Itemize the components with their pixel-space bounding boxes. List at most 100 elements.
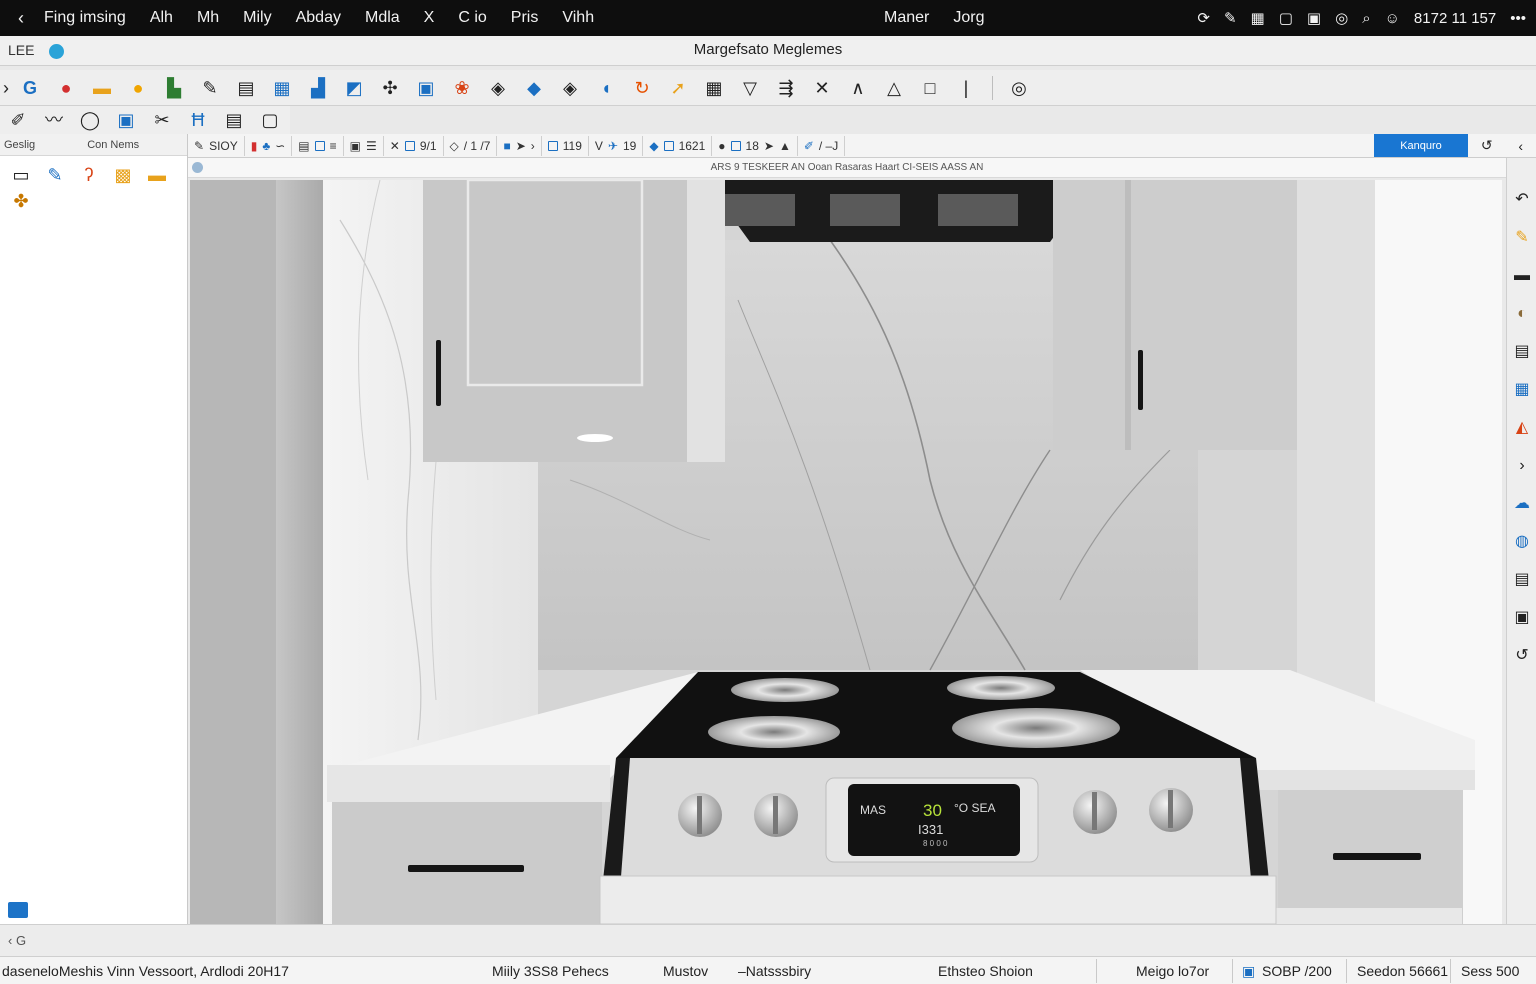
tape-icon[interactable]: ◈	[558, 77, 582, 99]
tb3-group-0[interactable]: ✎ SIOY	[188, 135, 245, 156]
menu-item-6[interactable]: X	[412, 9, 447, 27]
rotate-icon[interactable]: ↻	[630, 77, 654, 99]
wave-icon[interactable]: 〰	[42, 109, 66, 131]
left-panel-tab-b[interactable]: Con Nems	[83, 139, 143, 151]
triangle-down-icon[interactable]: ▽	[738, 77, 762, 99]
close-x-icon[interactable]: ✕	[810, 77, 834, 99]
tag-icon[interactable]: ✎	[1510, 226, 1534, 250]
pencil-icon[interactable]: ✐	[6, 109, 30, 131]
table-icon[interactable]: ▦	[702, 77, 726, 99]
paint-icon[interactable]: ❀	[450, 77, 474, 99]
back-icon[interactable]: ‹	[0, 8, 32, 29]
edit-icon[interactable]: ✎	[1224, 9, 1237, 27]
terrain-icon[interactable]: ▙	[162, 77, 186, 99]
monitor-dark-icon[interactable]: ▬	[1510, 264, 1534, 288]
panel-settings-icon[interactable]	[8, 902, 28, 918]
left-panel-tab-a[interactable]: Geslig	[0, 139, 39, 151]
brush-icon[interactable]: ✎	[43, 164, 67, 186]
square-icon[interactable]: □	[918, 77, 942, 99]
menu-item-jorg[interactable]: Jorg	[941, 9, 996, 27]
record-icon[interactable]: ◎	[1335, 9, 1348, 27]
layers-icon[interactable]: ▦	[270, 77, 294, 99]
menu-item-0[interactable]: Fing imsing	[32, 9, 138, 27]
bucket-icon[interactable]: ◖	[594, 77, 618, 99]
circle-icon[interactable]: ◯	[78, 109, 102, 131]
caret-left-icon[interactable]: ‹	[1518, 138, 1523, 154]
page-icon[interactable]: ▤	[1510, 340, 1534, 364]
badge-icon[interactable]: ▣	[1510, 606, 1534, 630]
caret-up-icon[interactable]: ∧	[846, 77, 870, 99]
list-dark-icon[interactable]: ▤	[1510, 568, 1534, 592]
cloud-icon[interactable]: ☁	[1510, 492, 1534, 516]
select-icon[interactable]: ➚	[666, 77, 690, 99]
forward-icon[interactable]: ›	[1510, 454, 1534, 478]
menu-item-5[interactable]: Mdla	[353, 9, 412, 27]
menu-item-4[interactable]: Abday	[284, 9, 353, 27]
tb3-group-5[interactable]: ◇/ 1 /7	[444, 135, 498, 156]
ruler-icon[interactable]: ◆	[522, 77, 546, 99]
tb3-group-10[interactable]: ● 18 ➤ ▲	[712, 135, 798, 156]
tool-icon[interactable]: ✂	[150, 109, 174, 131]
undo-icon[interactable]: ↶	[1510, 188, 1534, 212]
arrow-icon[interactable]: ›	[2, 77, 10, 99]
sun-icon[interactable]: ●	[126, 77, 150, 99]
tb3-group-8[interactable]: V ✈ 19	[589, 135, 644, 156]
arrow-split-icon[interactable]: ⇶	[774, 77, 798, 99]
blue-grid-icon[interactable]: ▦	[1510, 378, 1534, 402]
tb3-group-11[interactable]: ✐ / –J	[798, 135, 846, 156]
grid-icon[interactable]: ▤	[234, 77, 258, 99]
tb3-group-4[interactable]: ✕ 9/1	[384, 135, 444, 156]
blue-action-button[interactable]: Kanquro	[1374, 134, 1468, 157]
eraser-icon[interactable]: ◈	[486, 77, 510, 99]
chart-icon[interactable]: ▟	[306, 77, 330, 99]
refresh-icon[interactable]: ↺	[1481, 137, 1493, 154]
search-icon[interactable]: ⌕	[1362, 10, 1370, 27]
folder-icon[interactable]: ▬	[90, 77, 114, 99]
display-icon[interactable]: ▣	[1307, 9, 1321, 27]
status-text-1: daseneloMeshis Vinn Vessoort, Ardlodi 20…	[2, 963, 289, 979]
frame-icon[interactable]: ▢	[258, 109, 282, 131]
puzzle-icon[interactable]: ✣	[378, 77, 402, 99]
menu-item-7[interactable]: C io	[446, 9, 498, 27]
box-icon[interactable]: ▤	[222, 109, 246, 131]
paint-orange-icon[interactable]: ◭	[1510, 416, 1534, 440]
3d-viewport[interactable]: MAS 30 °O SEA I331 8 0 0 0	[190, 180, 1502, 924]
calendar-icon[interactable]: ▦	[1251, 9, 1265, 27]
image-icon[interactable]: ▣	[414, 77, 438, 99]
record-button-icon[interactable]: ●	[54, 77, 78, 99]
menu-item-2[interactable]: Mh	[185, 9, 231, 27]
tb3-group-1[interactable]: ▮ ♣ ∽	[245, 135, 293, 156]
globe-icon[interactable]: ◍	[1510, 530, 1534, 554]
component-icon[interactable]: ✤	[9, 190, 33, 212]
menu-item-1[interactable]: Alh	[138, 9, 185, 27]
tb3-group-7[interactable]: 119	[542, 135, 589, 156]
display-lower-small: 8 0 0 0	[923, 839, 948, 848]
pipe-icon[interactable]: |	[954, 77, 978, 99]
rotate-left-icon[interactable]: ↺	[1510, 644, 1534, 668]
tb3-group-6[interactable]: ■ ➤ ›	[497, 135, 542, 156]
user-icon[interactable]: ☺	[1385, 10, 1400, 27]
box-tool-icon[interactable]: ▩	[111, 164, 135, 186]
menu-item-3[interactable]: Mily	[231, 9, 283, 27]
command-line[interactable]: ‹ G	[0, 924, 1536, 956]
edit-box-icon[interactable]: ◩	[342, 77, 366, 99]
screen-icon[interactable]: ▣	[114, 109, 138, 131]
menu-item-9[interactable]: Vihh	[550, 9, 606, 27]
tb3-group-2[interactable]: ▤ ≡	[292, 135, 344, 156]
tb3-group-9[interactable]: ◆ 1621	[643, 135, 713, 156]
menu-item-maner[interactable]: Maner	[872, 9, 941, 27]
shading-icon[interactable]: ◐	[1510, 302, 1534, 326]
window-icon[interactable]: ▢	[1279, 9, 1293, 27]
triangle-up-icon[interactable]: △	[882, 77, 906, 99]
pen-icon[interactable]: ✎	[198, 77, 222, 99]
tray-icon[interactable]: ▬	[145, 164, 169, 186]
tb3-group-3[interactable]: ▣ ☰	[344, 135, 384, 156]
menu-item-8[interactable]: Pris	[499, 9, 551, 27]
monitor-icon[interactable]: ▭	[9, 164, 33, 186]
target-icon[interactable]: ◎	[1007, 77, 1031, 99]
hook-icon[interactable]: ʔ	[77, 164, 101, 186]
sync-icon[interactable]: ⟳	[1197, 9, 1210, 27]
logo-g-icon[interactable]: G	[18, 77, 42, 99]
h-icon[interactable]: Ħ	[186, 109, 210, 131]
more-icon[interactable]: •••	[1510, 10, 1526, 27]
